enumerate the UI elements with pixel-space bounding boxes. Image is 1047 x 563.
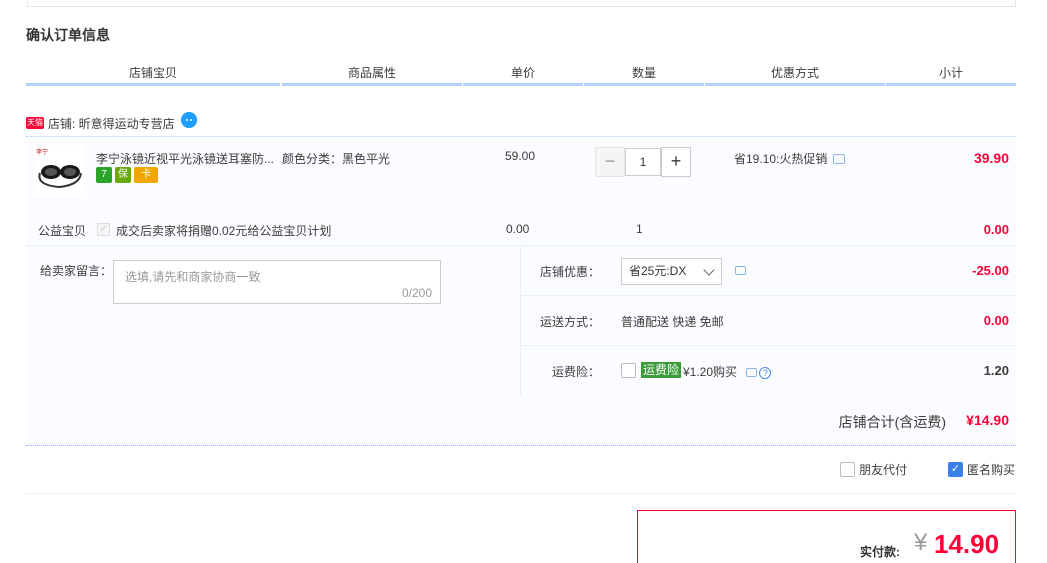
anonymous-option[interactable]: ✓ 匿名购买: [948, 461, 1015, 478]
discount-value: 省25元:DX: [629, 264, 687, 278]
card-payment-icon[interactable]: 卡: [134, 167, 158, 183]
payment-label: 实付款:: [860, 545, 900, 559]
shipping-label: 运送方式：: [539, 315, 600, 329]
insurance-label: 运费险：: [551, 365, 600, 379]
order-block: 李宁 李宁泳镜近视平光泳镜送耳塞防... 7 保 卡 颜色分类：黑色平光 59.…: [26, 136, 1016, 446]
insurance-amount: 1.20: [983, 363, 1009, 378]
charity-price: 0.00: [506, 222, 530, 236]
quantity-stepper: − +: [595, 147, 691, 177]
message-textarea[interactable]: 选填,请先和商家协商一致 0/200: [113, 260, 441, 304]
discount-label: 店铺优惠：: [539, 265, 600, 279]
help-icon[interactable]: ?: [759, 367, 772, 379]
extra-options: 朋友代付 ✓ 匿名购买: [26, 458, 1016, 494]
discount-row: 店铺优惠： 省25元:DX -25.00: [521, 246, 1016, 296]
shop-name[interactable]: 店铺: 昕意得运动专营店: [48, 115, 175, 132]
insurance-checkbox[interactable]: [621, 363, 636, 378]
discount-info-icon[interactable]: [735, 266, 746, 275]
col-subtotal: 小计: [886, 64, 1016, 86]
promo-text: 省19.10:火热促销: [734, 150, 846, 167]
payment-box: 实付款: ¥ 14.90: [637, 510, 1016, 563]
order-options: 给卖家留言： 选填,请先和商家协商一致 0/200 店铺优惠： 省25元:DX …: [26, 245, 1016, 396]
col-quantity: 数量: [584, 64, 704, 86]
message-counter: 0/200: [401, 286, 432, 300]
shop-total-row: 店铺合计(含运费) ¥14.90: [26, 395, 1016, 445]
insurance-tag: 运费险: [641, 362, 682, 378]
shop-total-amount: ¥14.90: [966, 412, 1009, 428]
charity-subtotal: 0.00: [983, 222, 1009, 237]
unit-price: 59.00: [505, 149, 536, 163]
charity-qty: 1: [636, 222, 643, 236]
shop-line: 天猫 店铺: 昕意得运动专营店: [26, 112, 197, 133]
anonymous-label: 匿名购买: [967, 463, 1016, 477]
svg-text:李宁: 李宁: [36, 148, 48, 156]
insurance-chat-icon[interactable]: [746, 368, 758, 377]
promo-info-icon[interactable]: [833, 154, 846, 164]
insurance-row: 运费险： 运费险 ¥1.20购买 ? 1.20: [521, 346, 1016, 396]
top-container-edge: [27, 0, 1016, 7]
col-attributes: 商品属性: [282, 64, 462, 86]
qty-plus-button[interactable]: +: [661, 147, 691, 177]
qty-minus-button[interactable]: −: [595, 147, 625, 177]
message-label: 给卖家留言：: [40, 264, 113, 278]
anonymous-checkbox[interactable]: ✓: [948, 462, 963, 477]
message-placeholder: 选填,请先和商家协商一致: [125, 270, 261, 284]
charity-label: 公益宝贝: [38, 224, 87, 238]
insurance-text: ¥1.20购买 ?: [683, 363, 772, 380]
tmall-badge: 天猫: [26, 117, 44, 129]
col-price: 单价: [463, 64, 583, 86]
item-subtotal: 39.90: [973, 150, 1009, 166]
col-promo: 优惠方式: [705, 64, 885, 86]
section-title: 确认订单信息: [26, 27, 110, 43]
shop-total-label: 店铺合计(含运费): [838, 414, 946, 430]
promo-label: 省19.10:火热促销: [734, 152, 828, 166]
seven-day-return-icon[interactable]: 7: [96, 167, 112, 183]
discount-amount: -25.00: [972, 263, 1009, 278]
charity-checkbox[interactable]: ✓: [97, 223, 110, 236]
product-attribute: 颜色分类：黑色平光: [282, 152, 391, 166]
product-thumbnail[interactable]: 李宁: [34, 145, 84, 195]
service-badges: 7 保 卡: [96, 167, 158, 183]
friend-pay-checkbox[interactable]: [840, 462, 855, 477]
shipping-value: 普通配送 快递 免邮: [621, 315, 724, 329]
payment-amount: 14.90: [934, 529, 1000, 559]
insurance-price: ¥1.20购买: [683, 365, 738, 379]
friend-pay-label: 朋友代付: [859, 463, 908, 477]
product-title-link[interactable]: 李宁泳镜近视平光泳镜送耳塞防...: [96, 150, 276, 167]
guarantee-icon[interactable]: 保: [115, 167, 131, 183]
charity-text: 成交后卖家将捐赠0.02元给公益宝贝计划: [116, 224, 332, 238]
discount-select[interactable]: 省25元:DX: [621, 258, 722, 285]
col-shop-item: 店铺宝贝: [26, 64, 280, 86]
charity-row: 公益宝贝 ✓ 成交后卖家将捐赠0.02元给公益宝贝计划 0.00 1 0.00: [26, 217, 1016, 245]
shipping-row: 运送方式： 普通配送 快递 免邮 0.00: [521, 296, 1016, 346]
qty-input[interactable]: [625, 148, 661, 176]
chat-bubble-icon[interactable]: [180, 112, 197, 128]
payment-currency: ¥: [914, 529, 928, 556]
column-header: 店铺宝贝 商品属性 单价 数量 优惠方式 小计: [26, 64, 1016, 86]
friend-pay-option[interactable]: 朋友代付: [840, 461, 907, 478]
chevron-down-icon: [703, 264, 715, 276]
shipping-amount: 0.00: [983, 313, 1009, 328]
